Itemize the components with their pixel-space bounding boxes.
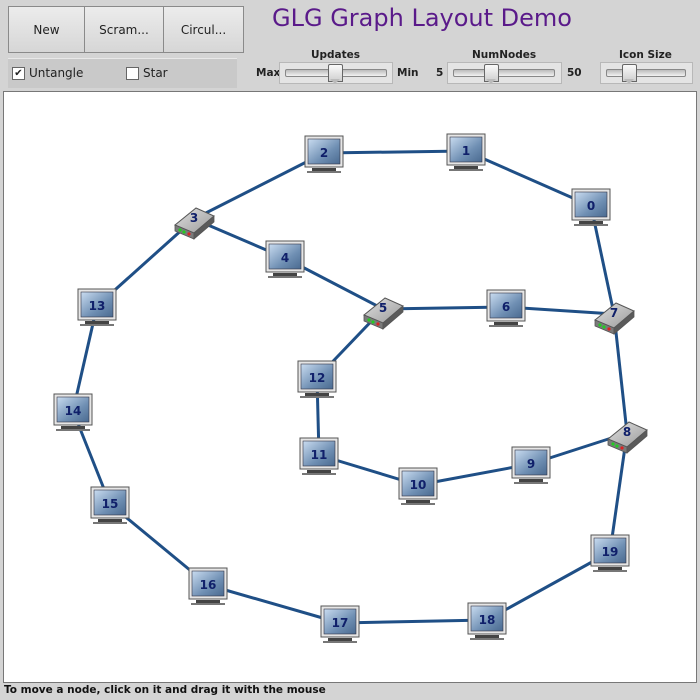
updates-slider-label: Updates (311, 49, 361, 61)
node-label: 12 (309, 371, 326, 385)
node-label: 17 (332, 616, 349, 630)
app-title: GLG Graph Layout Demo (272, 4, 572, 32)
edge-17-18 (339, 618, 488, 625)
node-label: 5 (379, 301, 387, 315)
node-17-monitor[interactable]: 17 (320, 605, 360, 643)
node-12-monitor[interactable]: 12 (297, 360, 337, 398)
numnodes-track[interactable] (453, 69, 555, 77)
updates-slider-thumb[interactable] (328, 64, 343, 84)
edges-layer (71, 149, 629, 625)
iconsize-slider-thumb[interactable] (622, 64, 638, 84)
circular-button[interactable]: Circul... (163, 6, 244, 53)
node-label: 6 (502, 300, 510, 314)
node-label: 8 (623, 425, 631, 439)
checkbox-icon[interactable]: ✔ (12, 66, 25, 80)
node-label: 9 (527, 457, 535, 471)
iconsize-track[interactable] (606, 69, 686, 77)
node-1-monitor[interactable]: 1 (446, 133, 486, 171)
edge-1-2 (323, 149, 467, 155)
updates-min-label: Max (256, 67, 281, 79)
node-label: 10 (410, 478, 427, 492)
iconsize-slider-label: Icon Size (619, 49, 672, 61)
node-7-router[interactable]: 7 (594, 302, 635, 335)
graph-drawing[interactable]: 012345 6 7891011121314151617 1819 (4, 92, 696, 682)
node-10-monitor[interactable]: 10 (398, 467, 438, 505)
edge-16-17 (207, 583, 341, 625)
node-label: 13 (89, 299, 106, 313)
node-label: 3 (190, 211, 198, 225)
node-label: 18 (479, 613, 496, 627)
numnodes-slider-thumb[interactable] (484, 64, 499, 84)
numnodes-min-label: 5 (436, 67, 444, 79)
node-19-monitor[interactable]: 19 (590, 534, 630, 572)
node-13-monitor[interactable]: 13 (77, 288, 117, 326)
node-16-monitor[interactable]: 16 (188, 567, 228, 605)
node-2-monitor[interactable]: 2 (304, 135, 344, 173)
scramble-button[interactable]: Scram... (84, 6, 164, 53)
node-label: 7 (610, 306, 618, 320)
node-9-monitor[interactable]: 9 (511, 446, 551, 484)
node-18-monitor[interactable]: 18 (467, 602, 507, 640)
node-4-monitor[interactable]: 4 (265, 240, 305, 278)
updates-max-label: Min (397, 67, 419, 79)
star-checkbox[interactable]: Star (126, 66, 168, 80)
node-6-monitor[interactable]: 6 (486, 289, 526, 327)
numnodes-slider-label: NumNodes (472, 49, 537, 61)
node-15-monitor[interactable]: 15 (90, 486, 130, 524)
node-label: 0 (587, 199, 595, 213)
node-label: 16 (200, 578, 217, 592)
node-11-monitor[interactable]: 11 (299, 437, 339, 475)
node-label: 2 (320, 146, 328, 160)
node-0-monitor[interactable]: 0 (571, 188, 611, 226)
node-label: 19 (602, 545, 619, 559)
new-button[interactable]: New (8, 6, 85, 53)
status-message: To move a node, click on it and drag it … (4, 684, 326, 696)
checkbox-icon[interactable] (126, 66, 139, 80)
node-14-monitor[interactable]: 14 (53, 393, 93, 431)
node-label: 15 (102, 497, 119, 511)
numnodes-max-label: 50 (567, 67, 582, 79)
node-label: 14 (65, 404, 82, 418)
star-label: Star (143, 66, 168, 80)
graph-canvas[interactable]: 0 1 2 3 4 5 6 7 8 9 10 11 12 13 14 15 16 17 18 19 (3, 91, 697, 683)
node-label: 1 (462, 144, 470, 158)
node-8-router[interactable]: 8 (607, 421, 648, 454)
node-label: 11 (311, 448, 328, 462)
node-label: 4 (281, 251, 289, 265)
nodes-layer: 012345 6 7891011121314151617 1819 (53, 133, 648, 643)
untangle-label: Untangle (29, 66, 84, 80)
untangle-checkbox[interactable]: ✔ Untangle (12, 66, 83, 80)
